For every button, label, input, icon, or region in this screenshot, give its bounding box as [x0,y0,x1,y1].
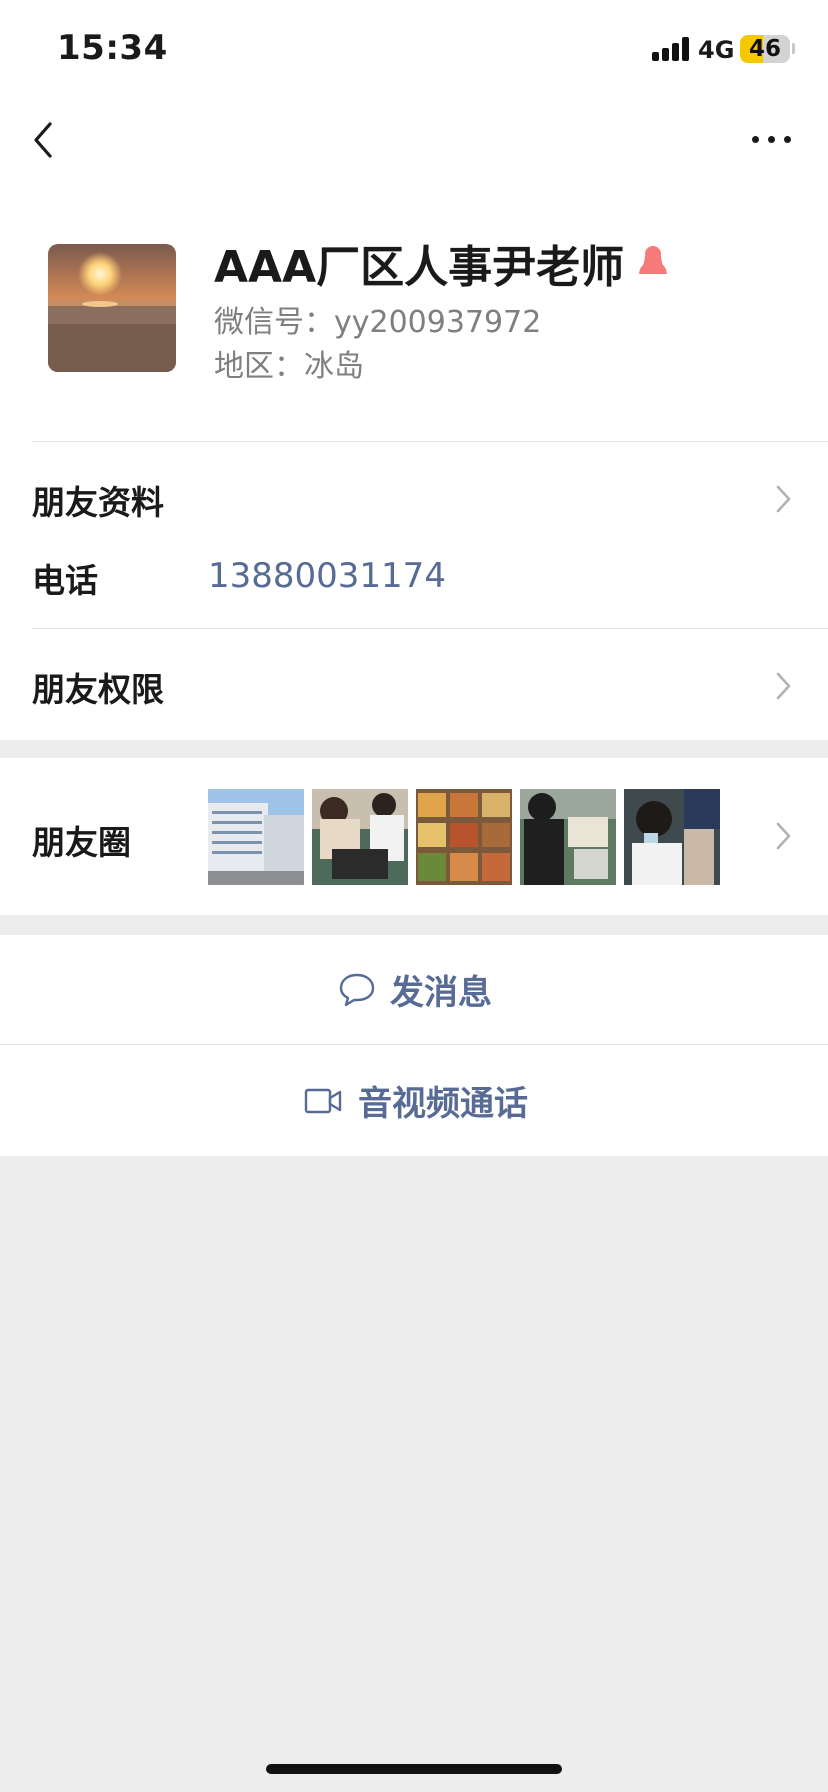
friend-permissions-label[interactable]: 朋友权限 [32,663,164,711]
phone-label: 电话 [32,561,98,600]
moments-thumbnail [312,789,408,885]
region: 地区：冰岛 [214,349,364,384]
network-type: 4G [698,36,735,64]
divider [32,441,828,442]
av-call-button[interactable]: 音视频通话 [0,1045,828,1156]
chevron-right-icon [774,819,794,853]
chat-bubble-icon [339,973,375,1006]
moments-thumbnail [208,789,304,885]
send-message-label: 发消息 [390,973,492,1013]
female-icon [636,244,670,276]
battery-icon: 46 [740,35,790,63]
chevron-left-icon [34,122,52,158]
friend-profile-label[interactable]: 朋友资料 [32,476,164,524]
home-indicator[interactable] [266,1764,562,1774]
av-call-label: 音视频通话 [358,1084,528,1124]
divider [32,628,828,629]
more-button[interactable] [748,126,798,152]
send-message-button[interactable]: 发消息 [0,935,828,1044]
wechat-id: 微信号：yy200937972 [214,305,542,340]
moments-row[interactable]: 朋友圈 [0,758,828,915]
moments-thumbnail [520,789,616,885]
battery-cap [792,43,795,54]
moments-thumbnail [416,789,512,885]
video-camera-icon [304,1088,342,1113]
chevron-right-icon[interactable] [774,669,794,703]
moments-thumbnail [624,789,720,885]
battery-level: 46 [748,36,781,62]
moments-label: 朋友圈 [32,823,131,862]
contact-name: AAA厂区人事尹老师 [214,242,625,293]
signal-icon [652,37,692,61]
phone-number[interactable]: 13880031174 [208,556,446,596]
back-button[interactable] [24,114,64,166]
status-time: 15:34 [57,28,168,68]
avatar-image [48,244,176,372]
chevron-right-icon[interactable] [774,482,794,516]
avatar[interactable] [48,244,176,372]
